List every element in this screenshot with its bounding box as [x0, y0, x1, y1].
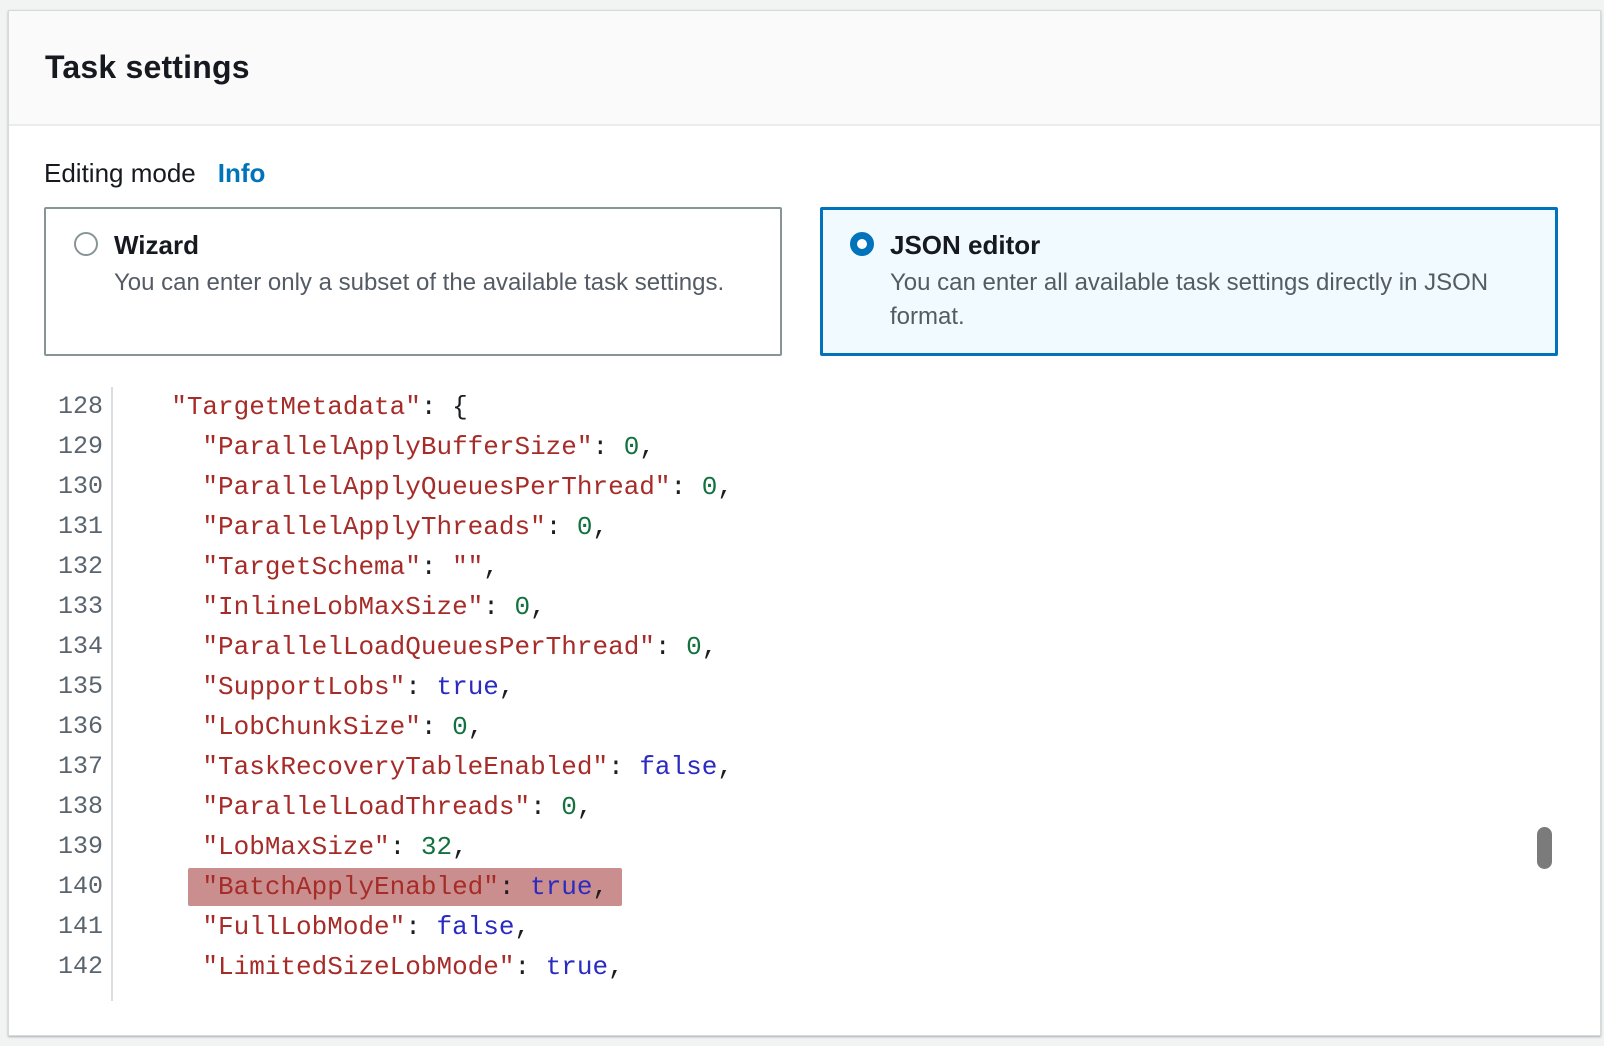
json-key: "ParallelApplyBufferSize"	[202, 432, 592, 462]
line-number: 132	[44, 547, 113, 587]
json-value: 0	[702, 472, 718, 502]
editor-line: 138 "ParallelLoadThreads": 0,	[44, 787, 1600, 827]
json-value: 0	[561, 792, 577, 822]
scrollbar-thumb[interactable]	[1537, 827, 1552, 869]
line-number: 141	[44, 907, 113, 947]
json-value: 0	[624, 432, 640, 462]
json-value: 32	[421, 832, 452, 862]
json-value: false	[639, 752, 717, 782]
tile-json-editor[interactable]: JSON editor You can enter all available …	[820, 207, 1558, 356]
json-key: "ParallelLoadQueuesPerThread"	[202, 632, 654, 662]
line-number: 129	[44, 427, 113, 467]
line-number: 130	[44, 467, 113, 507]
line-number: 138	[44, 787, 113, 827]
json-key: "ParallelLoadThreads"	[202, 792, 530, 822]
json-value: 0	[577, 512, 593, 542]
editor-line: 128 "TargetMetadata": {	[44, 387, 1600, 427]
json-key: "BatchApplyEnabled"	[202, 872, 498, 902]
json-key: "LobMaxSize"	[202, 832, 389, 862]
editing-mode-label: Editing mode	[44, 158, 196, 188]
json-code-editor[interactable]: 128 "TargetMetadata": {129 "ParallelAppl…	[44, 387, 1600, 1001]
radio-selected-icon[interactable]	[850, 232, 874, 256]
editor-line: 134 "ParallelLoadQueuesPerThread": 0,	[44, 627, 1600, 667]
highlighted-code: "BatchApplyEnabled": true,	[188, 868, 622, 906]
editor-line: 129 "ParallelApplyBufferSize": 0,	[44, 427, 1600, 467]
editor-line: 140 "BatchApplyEnabled": true,	[44, 867, 1600, 907]
json-key: "FullLobMode"	[202, 912, 405, 942]
editor-line: 130 "ParallelApplyQueuesPerThread": 0,	[44, 467, 1600, 507]
json-key: "TargetMetadata"	[171, 392, 421, 422]
tile-json-editor-description: You can enter all available task setting…	[890, 266, 1528, 334]
json-key: "LimitedSizeLobMode"	[202, 952, 514, 982]
json-value: true	[530, 872, 592, 902]
json-value: 0	[515, 592, 531, 622]
radio-unselected-icon[interactable]	[74, 232, 98, 256]
line-number: 136	[44, 707, 113, 747]
editor-line: 137 "TaskRecoveryTableEnabled": false,	[44, 747, 1600, 787]
editor-line: 135 "SupportLobs": true,	[44, 667, 1600, 707]
json-value: 0	[452, 712, 468, 742]
editor-lines: 128 "TargetMetadata": {129 "ParallelAppl…	[44, 387, 1600, 987]
panel-header: Task settings	[9, 11, 1600, 126]
json-value: ""	[452, 552, 483, 582]
json-value: {	[452, 392, 468, 422]
line-number: 128	[44, 387, 113, 427]
line-number: 134	[44, 627, 113, 667]
page-title: Task settings	[45, 49, 250, 86]
tile-wizard-description: You can enter only a subset of the avail…	[114, 266, 724, 300]
json-value: 0	[686, 632, 702, 662]
editor-line: 132 "TargetSchema": "",	[44, 547, 1600, 587]
line-number: 139	[44, 827, 113, 867]
editor-line: 131 "ParallelApplyThreads": 0,	[44, 507, 1600, 547]
json-value: true	[436, 672, 498, 702]
editing-mode-row: Editing mode Info	[44, 157, 1600, 189]
json-value: false	[436, 912, 514, 942]
json-key: "LobChunkSize"	[202, 712, 420, 742]
json-value: true	[546, 952, 608, 982]
editor-line: 141 "FullLobMode": false,	[44, 907, 1600, 947]
json-key: "SupportLobs"	[202, 672, 405, 702]
line-number: 131	[44, 507, 113, 547]
line-number: 135	[44, 667, 113, 707]
editor-line: 136 "LobChunkSize": 0,	[44, 707, 1600, 747]
json-key: "ParallelApplyThreads"	[202, 512, 545, 542]
json-key: "TargetSchema"	[202, 552, 420, 582]
editor-line: 142 "LimitedSizeLobMode": true,	[44, 947, 1600, 987]
json-key: "ParallelApplyQueuesPerThread"	[202, 472, 670, 502]
editor-line: 133 "InlineLobMaxSize": 0,	[44, 587, 1600, 627]
tile-wizard-title: Wizard	[114, 229, 724, 261]
tile-wizard[interactable]: Wizard You can enter only a subset of th…	[44, 207, 782, 356]
json-key: "InlineLobMaxSize"	[202, 592, 483, 622]
editor-gutter-stub	[44, 987, 1600, 1001]
line-number: 133	[44, 587, 113, 627]
task-settings-panel: Task settings Editing mode Info Wizard Yo…	[8, 10, 1601, 1036]
line-number: 140	[44, 867, 113, 907]
panel-body: Editing mode Info Wizard You can enter on…	[9, 126, 1600, 1001]
tile-json-editor-title: JSON editor	[890, 229, 1528, 261]
tile-json-editor-text: JSON editor You can enter all available …	[890, 229, 1528, 334]
line-number: 142	[44, 947, 113, 987]
json-key: "TaskRecoveryTableEnabled"	[202, 752, 608, 782]
tile-wizard-text: Wizard You can enter only a subset of th…	[114, 229, 724, 300]
editing-mode-options: Wizard You can enter only a subset of th…	[44, 207, 1600, 356]
info-link[interactable]: Info	[218, 158, 266, 188]
line-number: 137	[44, 747, 113, 787]
editor-line: 139 "LobMaxSize": 32,	[44, 827, 1600, 867]
